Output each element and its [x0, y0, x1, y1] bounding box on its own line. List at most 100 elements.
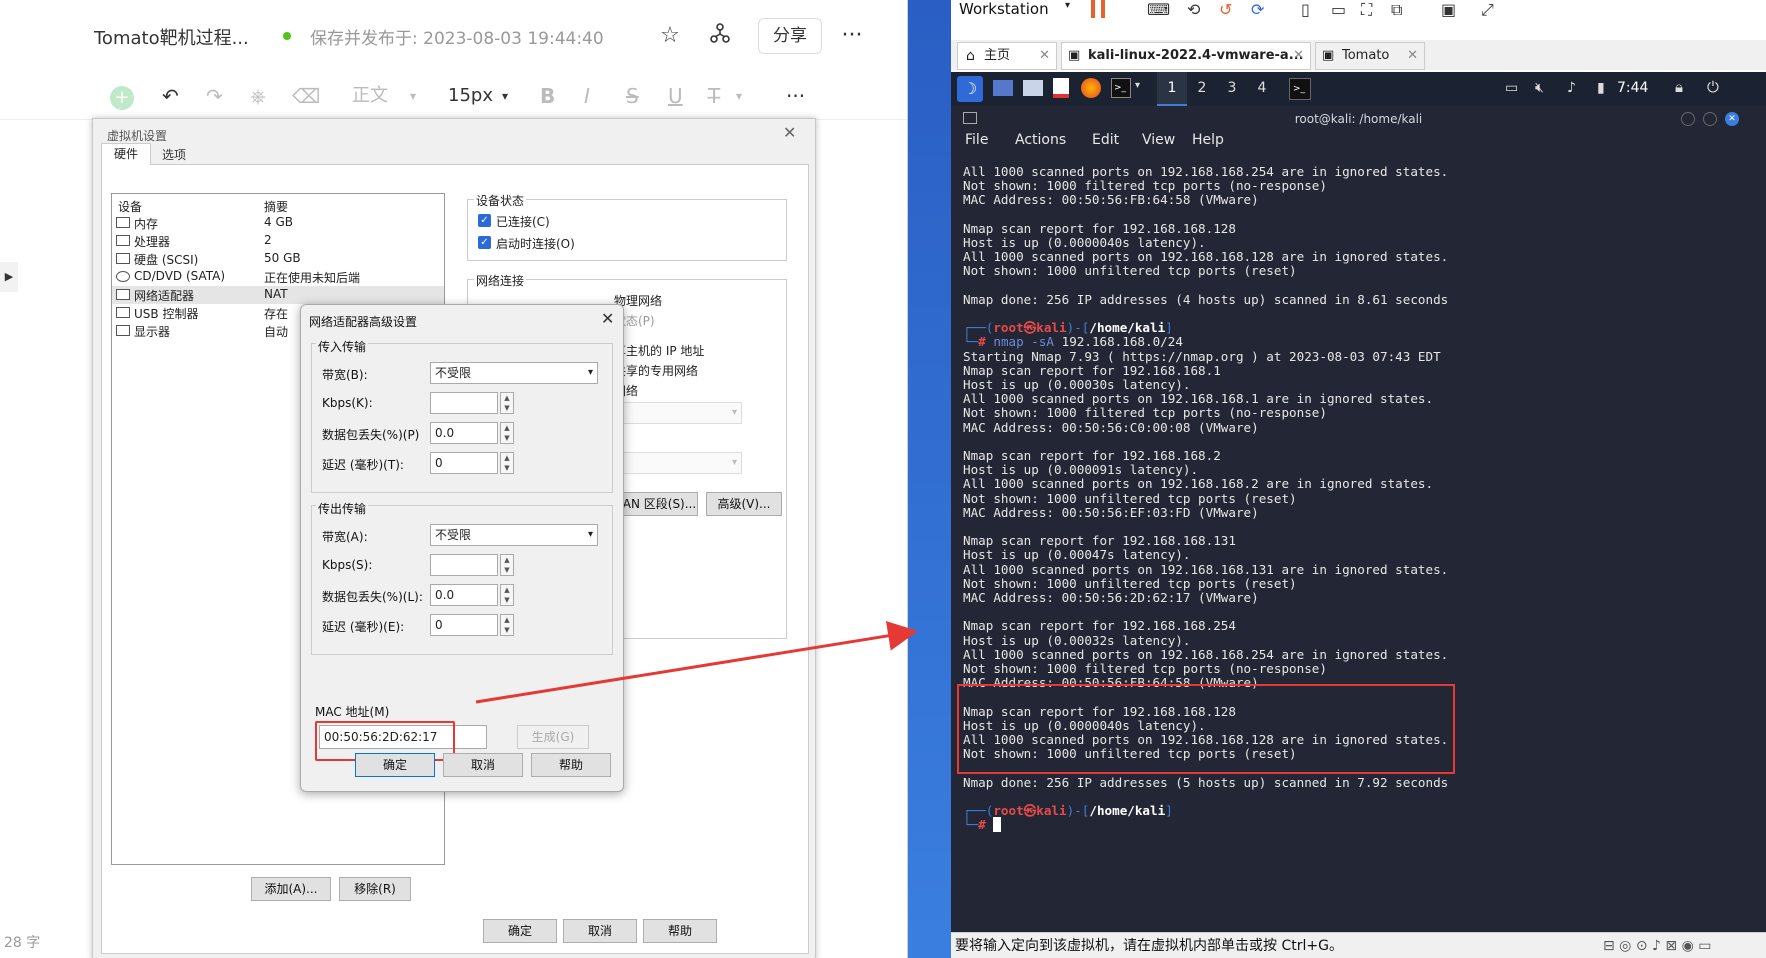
close-icon[interactable]: ✕ — [1293, 43, 1304, 69]
spin-icon[interactable]: ▲ ▼ — [500, 422, 514, 444]
text-style-icon[interactable]: T̶ — [708, 82, 720, 110]
terminal-menu-file[interactable]: File — [965, 132, 988, 148]
kali-menu-icon[interactable]: ☽ — [957, 76, 983, 102]
snapshot-icon[interactable]: ⟲ — [1187, 0, 1200, 19]
terminal-menu-help[interactable]: Help — [1192, 132, 1224, 148]
console-icon[interactable]: ▣ — [1441, 0, 1456, 19]
cancel-button[interactable]: 取消 — [443, 753, 523, 777]
device-row-network[interactable]: 网络适配器 NAT — [112, 286, 444, 304]
terminal-menu-edit[interactable]: Edit — [1092, 132, 1119, 148]
minimize-icon[interactable] — [1681, 112, 1695, 126]
generate-button[interactable]: 生成(G) — [517, 725, 589, 749]
latency-input[interactable]: 0 — [430, 614, 498, 636]
ok-button[interactable]: 确定 — [483, 919, 557, 943]
lan-segment-button[interactable]: LAN 区段(S)... — [614, 492, 698, 516]
heading-select[interactable]: 正文 — [352, 82, 388, 110]
device-row-cpu[interactable]: 处理器 2 — [112, 232, 444, 250]
tab-options[interactable]: 选项 — [153, 145, 195, 165]
connect-on-start-checkbox[interactable]: ✓ — [478, 236, 491, 249]
host-only-option[interactable]: 共享的专用网络 — [614, 362, 698, 379]
terminal-menu-view[interactable]: View — [1142, 132, 1175, 148]
doc-title[interactable]: Tomato靶机过程... — [94, 24, 249, 50]
nat-option[interactable]: 享主机的 IP 地址 — [614, 342, 704, 359]
clock[interactable]: 7:44 — [1617, 80, 1648, 96]
undo-icon[interactable]: ↶ — [162, 82, 179, 110]
underline-icon[interactable]: U — [668, 82, 683, 110]
tab-home[interactable]: ⌂ 主页 ✕ — [957, 42, 1057, 70]
workspace-1[interactable]: 1 — [1157, 72, 1187, 106]
terminal-task-icon[interactable]: >_ — [1289, 78, 1311, 100]
chevron-down-icon[interactable]: ▾ — [410, 82, 416, 110]
stretch-icon[interactable]: ⤢ — [1481, 0, 1494, 20]
display-icon[interactable]: ▭ — [1505, 80, 1518, 96]
share-button[interactable]: 分享 — [758, 18, 822, 54]
bell-icon[interactable]: ♪ — [1567, 80, 1576, 96]
expand-arrow-icon[interactable]: ▶ — [0, 262, 18, 292]
more-icon[interactable]: ··· — [838, 22, 866, 50]
share-network-icon[interactable] — [706, 22, 734, 50]
tab-tomato[interactable]: ▣ Tomato ✕ — [1315, 42, 1425, 70]
spin-icon[interactable]: ▲ ▼ — [500, 392, 514, 414]
italic-icon[interactable]: I — [584, 82, 590, 110]
workspace-4[interactable]: 4 — [1247, 72, 1277, 106]
workstation-menu[interactable]: Workstation — [959, 0, 1049, 18]
tab-hardware[interactable]: 硬件 — [101, 143, 151, 165]
custom-network-select[interactable]: ▾ — [614, 402, 742, 424]
packet-loss-input[interactable]: 0.0 — [430, 584, 498, 606]
lock-icon[interactable]: 🔒︎ — [1675, 78, 1683, 96]
packet-loss-input[interactable]: 0.0 — [430, 422, 498, 444]
close-icon[interactable]: ✕ — [1725, 112, 1739, 126]
ok-button[interactable]: 确定 — [355, 753, 435, 777]
connected-checkbox[interactable]: ✓ — [478, 214, 491, 227]
kbps-input[interactable] — [430, 554, 498, 576]
latency-input[interactable]: 0 — [430, 452, 498, 474]
power-icon[interactable]: ⏻ — [1707, 78, 1719, 96]
send-keys-icon[interactable]: ⌨ — [1147, 0, 1170, 19]
revert-snapshot-icon[interactable]: ↺ — [1219, 0, 1232, 19]
chevron-down-icon[interactable]: ▾ — [1065, 0, 1070, 11]
device-row-memory[interactable]: 内存 4 GB — [112, 214, 444, 232]
device-row-disk[interactable]: 硬盘 (SCSI) 50 GB — [112, 250, 444, 268]
redo-icon[interactable]: ↷ — [206, 82, 223, 110]
battery-icon[interactable]: ▮ — [1597, 80, 1605, 96]
maximize-icon[interactable] — [1703, 112, 1717, 126]
kali-terminal[interactable]: root@kali: /home/kali ✕ File Actions Edit V… — [951, 106, 1766, 932]
mute-icon[interactable]: 🔇︎ — [1535, 80, 1544, 96]
sidebar-icon[interactable]: ▯ — [1301, 0, 1310, 19]
help-button[interactable]: 帮助 — [531, 753, 611, 777]
firefox-icon[interactable] — [1081, 78, 1101, 98]
pause-icon[interactable] — [1091, 0, 1105, 18]
lan-segment-select[interactable]: ▾ — [614, 452, 742, 474]
terminal-icon[interactable]: >_ — [1111, 78, 1131, 98]
workspace-2[interactable]: 2 — [1187, 72, 1217, 106]
add-device-button[interactable]: 添加(A)... — [251, 877, 331, 901]
unity-icon[interactable]: ⧉ — [1391, 0, 1402, 20]
advanced-button[interactable]: 高级(V)... — [706, 492, 782, 516]
fullscreen-icon[interactable]: ⛶ — [1361, 0, 1372, 20]
editor-icon[interactable] — [1053, 78, 1069, 98]
eraser-icon[interactable]: ⌫ — [292, 82, 320, 110]
device-status-icons[interactable]: ⊟ ◎ ⊙ ♪ ⊠ ◉ ▭ — [1603, 933, 1712, 958]
chevron-down-icon[interactable]: ▾ — [502, 82, 508, 110]
help-button[interactable]: 帮助 — [643, 919, 717, 943]
cancel-button[interactable]: 取消 — [563, 919, 637, 943]
spin-icon[interactable]: ▲ ▼ — [500, 584, 514, 606]
close-icon[interactable]: ✕ — [601, 309, 614, 328]
snapshot-manager-icon[interactable]: ⟳ — [1251, 0, 1264, 19]
desktop-icon[interactable] — [993, 80, 1013, 96]
bandwidth-select[interactable]: 不受限 ▾ — [430, 524, 598, 546]
close-icon[interactable]: ✕ — [1039, 43, 1050, 69]
thumbnail-icon[interactable]: ▭ — [1331, 0, 1346, 19]
folder-icon[interactable] — [1023, 80, 1043, 96]
spin-icon[interactable]: ▲ ▼ — [500, 614, 514, 636]
bandwidth-select[interactable]: 不受限 ▾ — [430, 362, 598, 384]
strikethrough-icon[interactable]: S — [626, 82, 639, 110]
tab-kali[interactable]: ▣ kali-linux-2022.4-vmware-a... ✕ — [1061, 42, 1311, 70]
close-icon[interactable]: ✕ — [783, 123, 796, 142]
bold-icon[interactable]: B — [540, 82, 555, 110]
chevron-down-icon[interactable]: ▾ — [1135, 80, 1140, 91]
star-icon[interactable]: ☆ — [656, 22, 684, 50]
close-icon[interactable]: ✕ — [1407, 43, 1418, 69]
spin-icon[interactable]: ▲ ▼ — [500, 554, 514, 576]
remove-device-button[interactable]: 移除(R) — [339, 877, 411, 901]
